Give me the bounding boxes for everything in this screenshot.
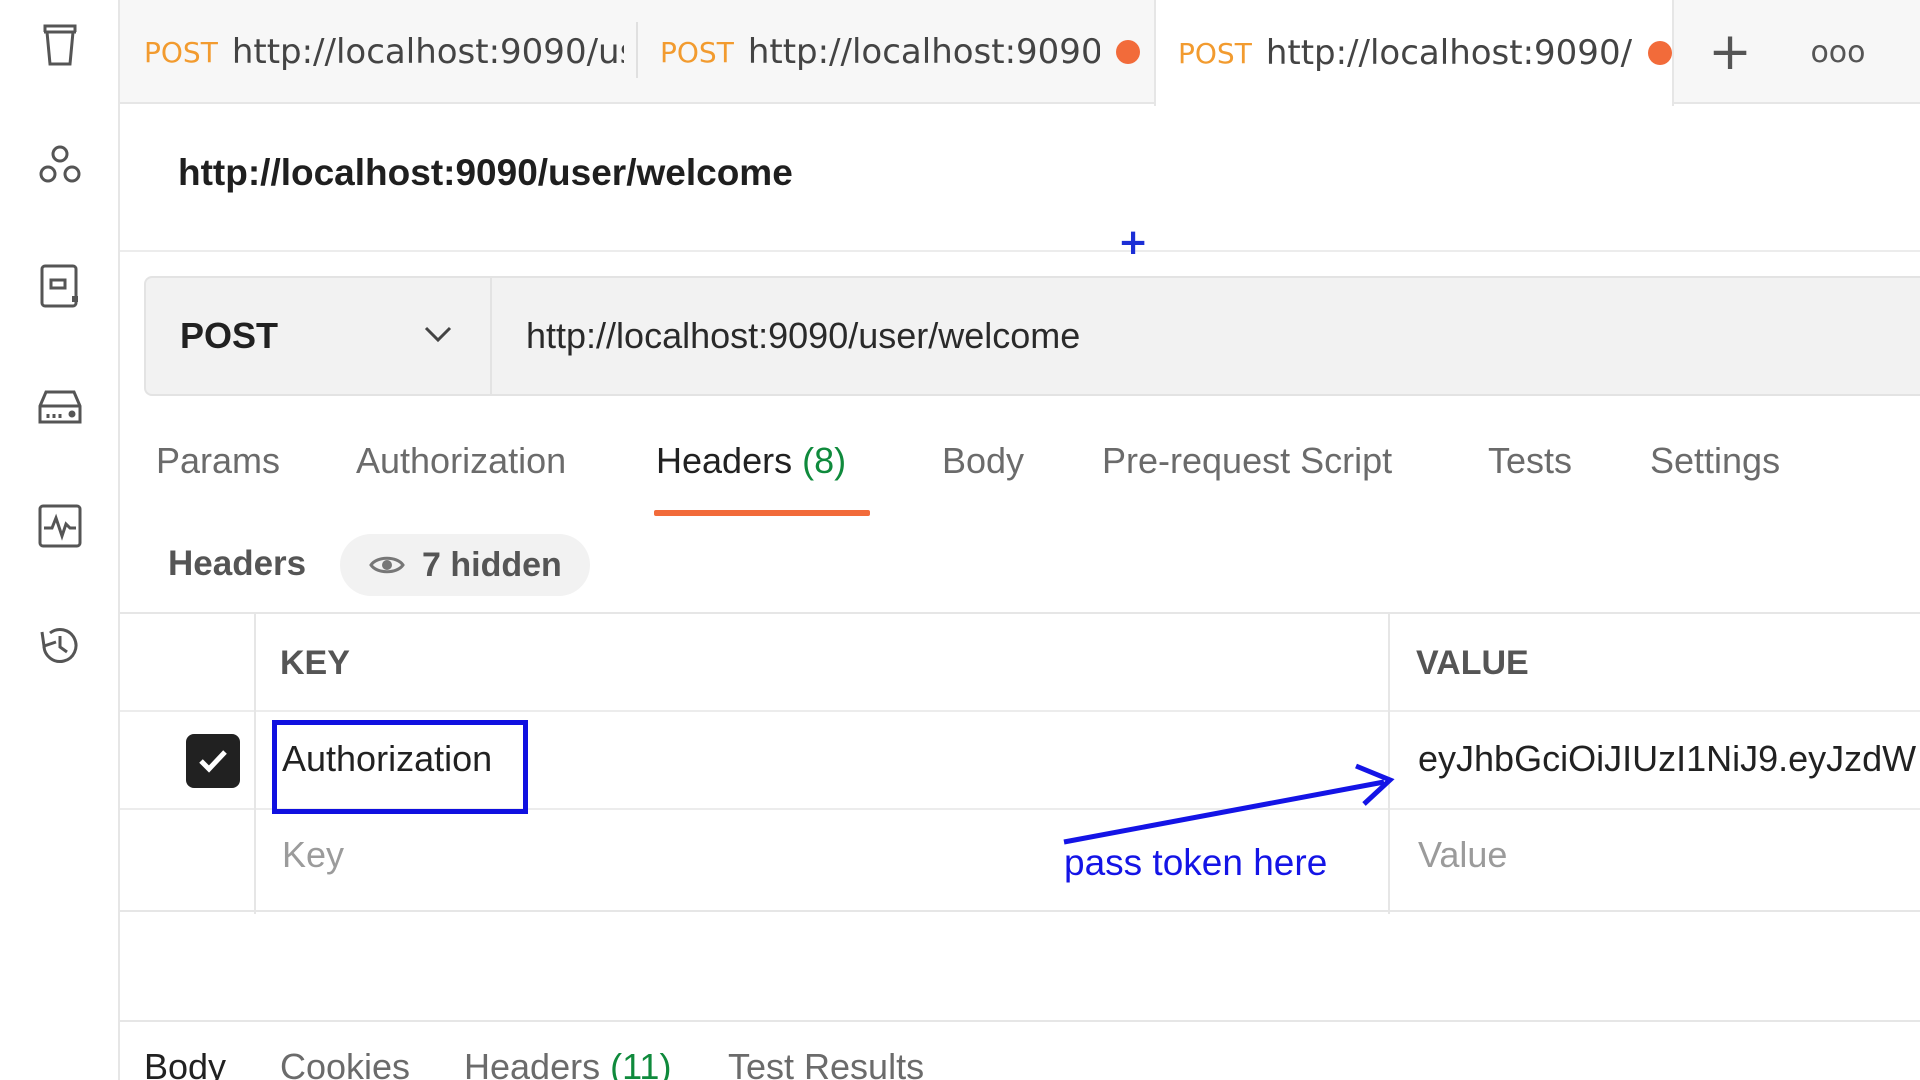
- value-column-header: VALUE: [1416, 644, 1529, 682]
- tab-method: POST: [660, 35, 734, 69]
- hidden-headers-toggle[interactable]: 7 hidden: [340, 534, 590, 596]
- monitors-icon[interactable]: [30, 496, 90, 556]
- trash-icon[interactable]: [30, 16, 90, 76]
- tab-url: http://localhost:9090/: [747, 32, 1100, 72]
- response-tab-cookies[interactable]: Cookies: [280, 1046, 410, 1080]
- method-label: POST: [180, 315, 279, 356]
- url-bar: POST http://localhost:9090/user/welcome: [144, 276, 1920, 396]
- request-title[interactable]: http://localhost:9090/user/welcome: [178, 152, 793, 194]
- postman-app: POST http://localhost:9090/us POST http:…: [0, 0, 1920, 1080]
- unsaved-dot-icon: [1116, 40, 1140, 64]
- history-icon[interactable]: [30, 616, 90, 676]
- tab-pre-request-script[interactable]: Pre-request Script: [1102, 440, 1392, 482]
- response-tab-body[interactable]: Body: [144, 1046, 226, 1080]
- tab-settings[interactable]: Settings: [1650, 440, 1780, 482]
- divider: [120, 250, 1920, 252]
- request-tab[interactable]: POST http://localhost:9090/us: [144, 0, 624, 104]
- header-enabled-checkbox[interactable]: [186, 734, 240, 788]
- tab-divider: [636, 22, 638, 78]
- response-tab-headers-count: (11): [610, 1046, 672, 1080]
- environments-icon[interactable]: [30, 256, 90, 316]
- new-key-input[interactable]: Key: [282, 834, 344, 876]
- eye-icon: [369, 556, 405, 574]
- url-input[interactable]: http://localhost:9090/user/welcome: [492, 278, 1080, 394]
- tab-params[interactable]: Params: [156, 440, 280, 482]
- mock-servers-icon[interactable]: [30, 376, 90, 436]
- divider: [120, 1020, 1920, 1022]
- key-column-header: KEY: [280, 644, 350, 682]
- chevron-down-icon: [424, 326, 452, 343]
- plus-icon: +: [1118, 222, 1149, 263]
- plus-icon: +: [1708, 22, 1752, 82]
- headers-section-label: Headers: [168, 544, 307, 583]
- collections-icon[interactable]: [30, 136, 90, 196]
- header-value-cell[interactable]: eyJhbGciOiJIUzI1NiJ9.eyJzdW: [1418, 738, 1916, 780]
- annotation-highlight-box: [272, 720, 528, 814]
- table-row-empty: Key Value: [120, 810, 1920, 908]
- tab-body[interactable]: Body: [942, 440, 1024, 482]
- method-select[interactable]: POST: [146, 278, 492, 394]
- new-value-input[interactable]: Value: [1418, 834, 1507, 876]
- tab-headers[interactable]: Headers (8): [656, 440, 846, 482]
- tab-url: http://localhost:9090/us: [231, 32, 624, 72]
- active-tab-underline: [654, 510, 870, 516]
- sidebar-rail: [0, 0, 120, 1080]
- tab-tests[interactable]: Tests: [1488, 440, 1572, 482]
- response-tab-headers[interactable]: Headers (11): [464, 1046, 671, 1080]
- request-tab-strip: POST http://localhost:9090/us POST http:…: [120, 0, 1920, 106]
- tab-url: http://localhost:9090/: [1265, 33, 1632, 73]
- tab-method: POST: [1178, 36, 1252, 70]
- check-icon: [199, 750, 227, 773]
- more-tabs-button[interactable]: ooo: [1798, 0, 1878, 104]
- tab-authorization[interactable]: Authorization: [356, 440, 566, 482]
- tab-method: POST: [144, 35, 218, 69]
- table-header-row: KEY VALUE: [120, 614, 1920, 712]
- hidden-headers-count: 7 hidden: [422, 545, 562, 584]
- more-icon: ooo: [1810, 34, 1866, 70]
- tab-headers-count: (8): [802, 440, 847, 481]
- column-divider: [254, 614, 256, 914]
- request-tab[interactable]: POST http://localhost:9090/: [660, 0, 1140, 104]
- response-tab-test-results[interactable]: Test Results: [728, 1046, 924, 1080]
- annotation-text: pass token here: [1064, 842, 1328, 883]
- unsaved-dot-icon: [1648, 41, 1672, 65]
- request-tab-active[interactable]: POST http://localhost:9090/: [1154, 0, 1674, 106]
- response-tab-headers-label: Headers: [464, 1046, 601, 1080]
- tab-headers-label: Headers: [656, 440, 793, 481]
- new-tab-button[interactable]: +: [1690, 0, 1770, 104]
